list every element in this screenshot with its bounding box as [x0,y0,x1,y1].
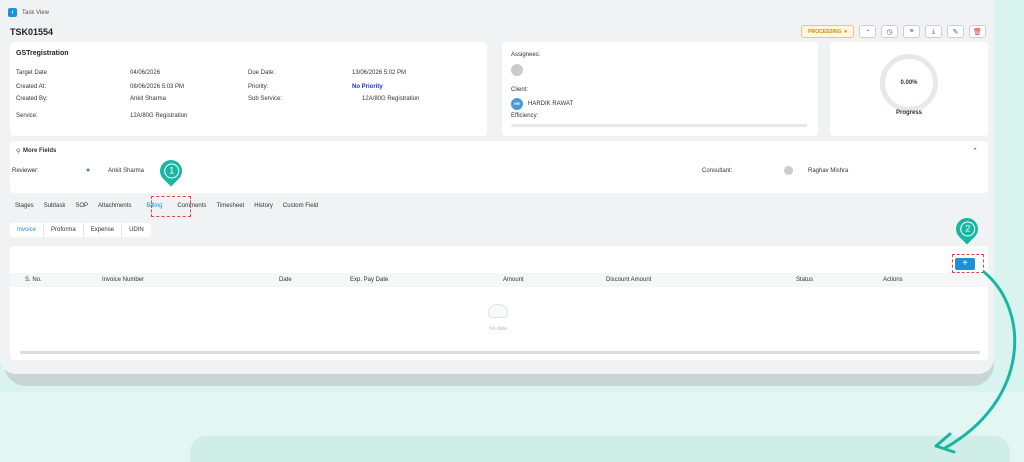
progress-label: Progress [895,110,922,116]
consultant-avatar [784,166,793,175]
due-date-label: Due Date: [248,70,276,76]
people-card: Assignees: Client: HR HARDIK RAWAT Effic… [502,42,818,136]
task-details-card: GSTregistration Target Date 04/06/2026 D… [10,42,487,136]
step-marker-1-number: 1 [163,163,179,179]
step-marker-2-number: 2 [959,221,975,237]
clock-icon: ◷ [886,28,893,36]
priority-value: No Priority [352,84,383,90]
created-at-label: Created At: [16,84,47,90]
col-s-no: S. No. [25,277,42,283]
col-invoice-number: Invoice Number [102,277,145,283]
progress-ring: 0.00% [880,54,938,112]
task-view-window: ‹ Task View TSK01554 PROCESSING ▾ ◔ ◷ ≡ … [0,0,994,374]
delete-button[interactable]: 🗑 [969,25,986,38]
empty-state-text: No data [489,326,507,332]
pencil-icon: ✎ [952,28,959,36]
client-avatar: HR [511,98,523,110]
assignee-avatar[interactable] [511,64,523,76]
invoice-table-header: S. No. Invoice Number Date Exp. Pay Date… [10,273,988,287]
tab-timesheet[interactable]: Timesheet [211,200,249,212]
reviewer-label: Reviewer: [12,168,39,174]
sub-service-value: 12A/80G Registration [362,96,420,102]
subtab-invoice[interactable]: Invoice [10,223,45,237]
priority-label: Priority: [248,84,269,90]
more-fields-panel: ⚲ More Fields ⌃ Reviewer: ● Ankit Sharma… [10,141,988,193]
download-icon: ⤓ [931,27,936,35]
add-button-highlight-box [952,254,984,273]
due-date-value: 13/06/2026 5:02 PM [352,70,407,76]
created-by-label: Created By: [16,96,48,102]
reviewer-avatar-icon: ● [86,167,91,174]
target-date-label: Target Date [16,70,48,76]
more-fields-title[interactable]: More Fields [23,148,56,154]
status-dropdown[interactable]: PROCESSING ▾ [801,25,854,38]
consultant-value: Raghav Mishra [808,168,849,174]
billing-subtabs: Invoice Proforma Expense UDIN [10,223,151,237]
progress-value: 0.00% [900,80,918,86]
empty-inbox-icon [488,304,508,318]
edit-button[interactable]: ✎ [947,25,964,38]
chevron-down-icon: ▾ [844,28,847,35]
subtab-proforma[interactable]: Proforma [44,223,84,237]
efficiency-label: Efficiency: [511,113,539,119]
col-actions: Actions [883,277,903,283]
subtab-expense[interactable]: Expense [84,223,123,237]
reviewer-value: Ankit Sharma [108,168,145,174]
tab-sop[interactable]: SOP [70,200,93,212]
service-label: Service: [16,113,38,119]
assignees-label: Assignees: [511,52,541,58]
trash-icon: 🗑 [973,28,982,36]
subtab-udin[interactable]: UDIN [122,223,151,237]
task-toolbar: PROCESSING ▾ ◔ ◷ ≡ ⤓ ✎ 🗑 [801,25,986,38]
efficiency-bar [511,124,807,127]
col-exp-pay-date: Exp. Pay Date [350,277,389,283]
tab-attachments[interactable]: Attachments [93,200,136,212]
col-amount: Amount [503,277,524,283]
tab-custom-field[interactable]: Custom Field [278,200,323,212]
clock-button[interactable]: ◷ [881,25,898,38]
tab-history[interactable]: History [249,200,278,212]
breadcrumb: ‹ Task View [8,8,49,17]
client-label: Client: [511,87,529,93]
invoice-table-card [10,246,988,360]
tab-subtask[interactable]: Subtask [39,200,71,212]
consultant-label: Consultant: [702,168,733,174]
sub-service-label: Sub Service: [248,96,283,102]
pin-icon: ⚲ [16,149,21,155]
timer-button[interactable]: ◔ [859,25,876,38]
col-discount-amount: Discount Amount [606,277,652,283]
timer-icon: ◔ [865,28,870,35]
col-date: Date [279,277,292,283]
back-label[interactable]: Task View [22,10,49,16]
progress-card: 0.00% Progress [830,42,988,136]
client-name: HARDIK RAWAT [528,101,574,107]
page-title: TSK01554 [10,27,54,37]
billing-highlight-box [151,196,191,217]
list-icon: ≡ [909,28,914,35]
download-button[interactable]: ⤓ [925,25,942,38]
target-date-value: 04/06/2026 [130,70,161,76]
background-next-card [190,436,1010,462]
horizontal-scrollbar[interactable] [20,351,980,354]
chevron-up-icon[interactable]: ⌃ [972,147,978,155]
tab-stages[interactable]: Stages [10,200,39,212]
back-arrow-icon[interactable]: ‹ [8,8,17,17]
list-button[interactable]: ≡ [903,25,920,38]
col-status: Status [796,277,814,283]
status-value: PROCESSING [808,28,842,35]
created-at-value: 08/06/2026 5:03 PM [130,84,185,90]
service-value: 12A/80G Registration [130,113,188,119]
created-by-value: Ankit Sharma [130,96,167,102]
task-title: GSTregistration [16,50,69,57]
